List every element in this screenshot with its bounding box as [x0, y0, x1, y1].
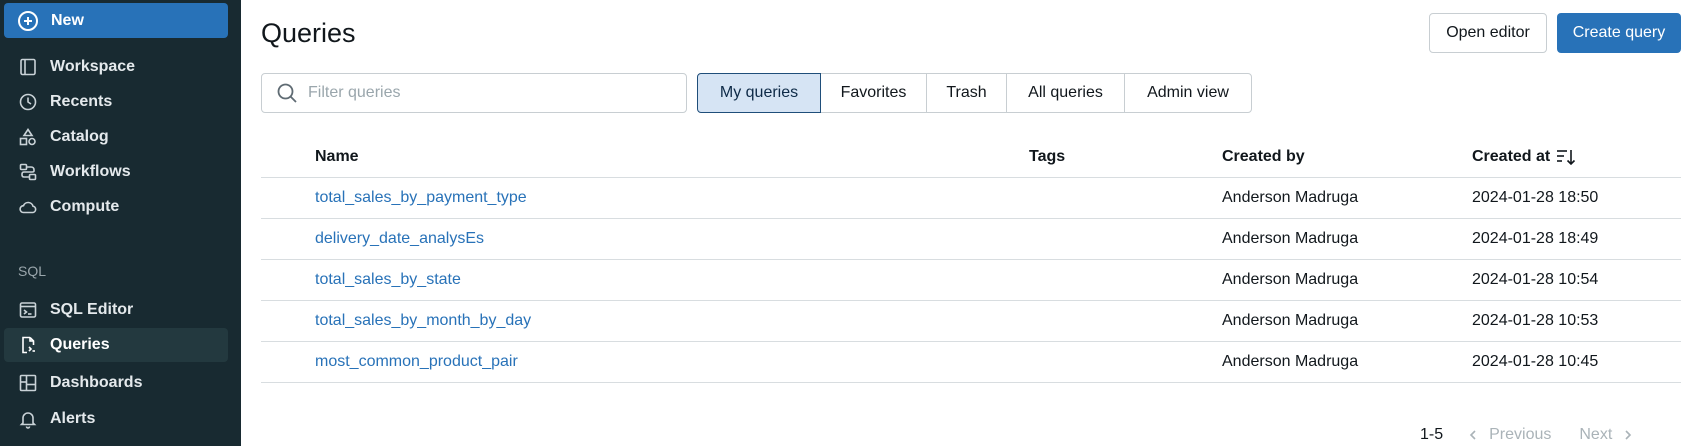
sidebar-item-label: Queries	[50, 336, 110, 353]
search-box[interactable]	[261, 73, 687, 113]
query-name-link[interactable]: total_sales_by_payment_type	[315, 189, 527, 207]
sidebar-item-compute[interactable]: Compute	[4, 190, 228, 224]
column-header-created-at[interactable]: Created at	[1472, 148, 1576, 166]
open-editor-button[interactable]: Open editor	[1429, 13, 1547, 53]
chevron-right-icon	[1625, 430, 1632, 440]
sidebar-item-alerts[interactable]: Alerts	[4, 402, 228, 436]
query-created-at: 2024-01-28 10:45	[1472, 353, 1599, 370]
sidebar-item-label: Compute	[50, 198, 120, 215]
sidebar-item-label: Dashboards	[50, 374, 143, 391]
table-row: total_sales_by_month_by_day Anderson Mad…	[261, 301, 1681, 342]
sidebar-item-label: Recents	[50, 93, 113, 110]
query-created-by: Anderson Madruga	[1222, 353, 1359, 370]
sidebar-item-label: Alerts	[50, 410, 96, 427]
sidebar-item-label: Workflows	[50, 163, 131, 180]
query-created-at: 2024-01-28 10:53	[1472, 312, 1599, 329]
cloud-icon	[18, 197, 38, 217]
previous-page-label: Previous	[1489, 426, 1552, 443]
query-created-at: 2024-01-28 18:49	[1472, 230, 1599, 247]
sidebar-item-recents[interactable]: Recents	[4, 85, 228, 119]
column-header-created-at-label: Created at	[1472, 148, 1551, 166]
sidebar-item-workspace[interactable]: Workspace	[4, 50, 228, 84]
catalog-icon	[18, 127, 38, 147]
create-query-button[interactable]: Create query	[1557, 13, 1681, 53]
sidebar-item-queries[interactable]: Queries	[4, 328, 228, 362]
query-created-by: Anderson Madruga	[1222, 312, 1359, 329]
tab-my-queries[interactable]: My queries	[697, 73, 821, 113]
new-button-label: New	[51, 11, 84, 29]
sidebar-item-sql-editor[interactable]: SQL Editor	[4, 293, 228, 327]
table-header: Name Tags Created by Created at	[261, 137, 1681, 178]
workflows-icon	[18, 162, 38, 182]
search-icon	[277, 83, 297, 103]
chevron-left-icon	[1469, 430, 1476, 440]
next-page-label: Next	[1579, 426, 1613, 443]
previous-page-button[interactable]: Previous	[1467, 426, 1551, 444]
next-page-button[interactable]: Next	[1579, 426, 1634, 444]
page-title: Queries	[261, 18, 356, 48]
pagination-range: 1-5	[1420, 426, 1444, 443]
sidebar-item-dashboards[interactable]: Dashboards	[4, 366, 228, 400]
new-button[interactable]: New	[4, 3, 228, 38]
column-header-name[interactable]: Name	[315, 148, 359, 166]
plus-circle-icon	[18, 10, 38, 31]
sidebar: New Workspace Recents Catalog Workflows …	[0, 0, 241, 446]
query-name-link[interactable]: most_common_product_pair	[315, 353, 518, 371]
pagination: 1-5 Previous Next	[1420, 425, 1634, 445]
query-name-link[interactable]: total_sales_by_month_by_day	[315, 312, 531, 330]
queries-table: Name Tags Created by Created at total_sa…	[261, 137, 1681, 383]
column-header-created-by[interactable]: Created by	[1222, 148, 1305, 166]
query-filter-tabs: My queries Favorites Trash All queries A…	[697, 73, 1252, 113]
sql-section-label: SQL	[18, 263, 47, 279]
tab-favorites[interactable]: Favorites	[820, 73, 927, 113]
sort-descending-icon	[1557, 150, 1576, 166]
query-created-at: 2024-01-28 10:54	[1472, 271, 1599, 288]
table-row: most_common_product_pair Anderson Madrug…	[261, 342, 1681, 383]
table-row: total_sales_by_state Anderson Madruga 20…	[261, 260, 1681, 301]
table-row: delivery_date_analysEs Anderson Madruga …	[261, 219, 1681, 260]
sidebar-item-catalog[interactable]: Catalog	[4, 120, 228, 154]
query-created-by: Anderson Madruga	[1222, 230, 1359, 247]
bell-icon	[18, 409, 38, 429]
tab-admin-view[interactable]: Admin view	[1124, 73, 1252, 113]
queries-icon	[18, 335, 38, 355]
tab-trash[interactable]: Trash	[926, 73, 1007, 113]
query-created-at: 2024-01-28 18:50	[1472, 189, 1599, 206]
tab-all-queries[interactable]: All queries	[1006, 73, 1125, 113]
search-input[interactable]	[308, 84, 668, 102]
column-header-tags[interactable]: Tags	[1029, 148, 1065, 166]
sidebar-item-label: SQL Editor	[50, 301, 134, 318]
sql-editor-icon	[18, 300, 38, 320]
sidebar-item-label: Workspace	[50, 58, 136, 75]
dashboards-icon	[18, 373, 38, 393]
query-name-link[interactable]: total_sales_by_state	[315, 271, 461, 289]
table-row: total_sales_by_payment_type Anderson Mad…	[261, 178, 1681, 219]
clock-icon	[18, 92, 38, 112]
query-name-link[interactable]: delivery_date_analysEs	[315, 230, 484, 248]
sidebar-item-label: Catalog	[50, 128, 109, 145]
query-created-by: Anderson Madruga	[1222, 189, 1359, 206]
query-created-by: Anderson Madruga	[1222, 271, 1359, 288]
sidebar-item-workflows[interactable]: Workflows	[4, 155, 228, 189]
workspace-icon	[18, 57, 38, 77]
